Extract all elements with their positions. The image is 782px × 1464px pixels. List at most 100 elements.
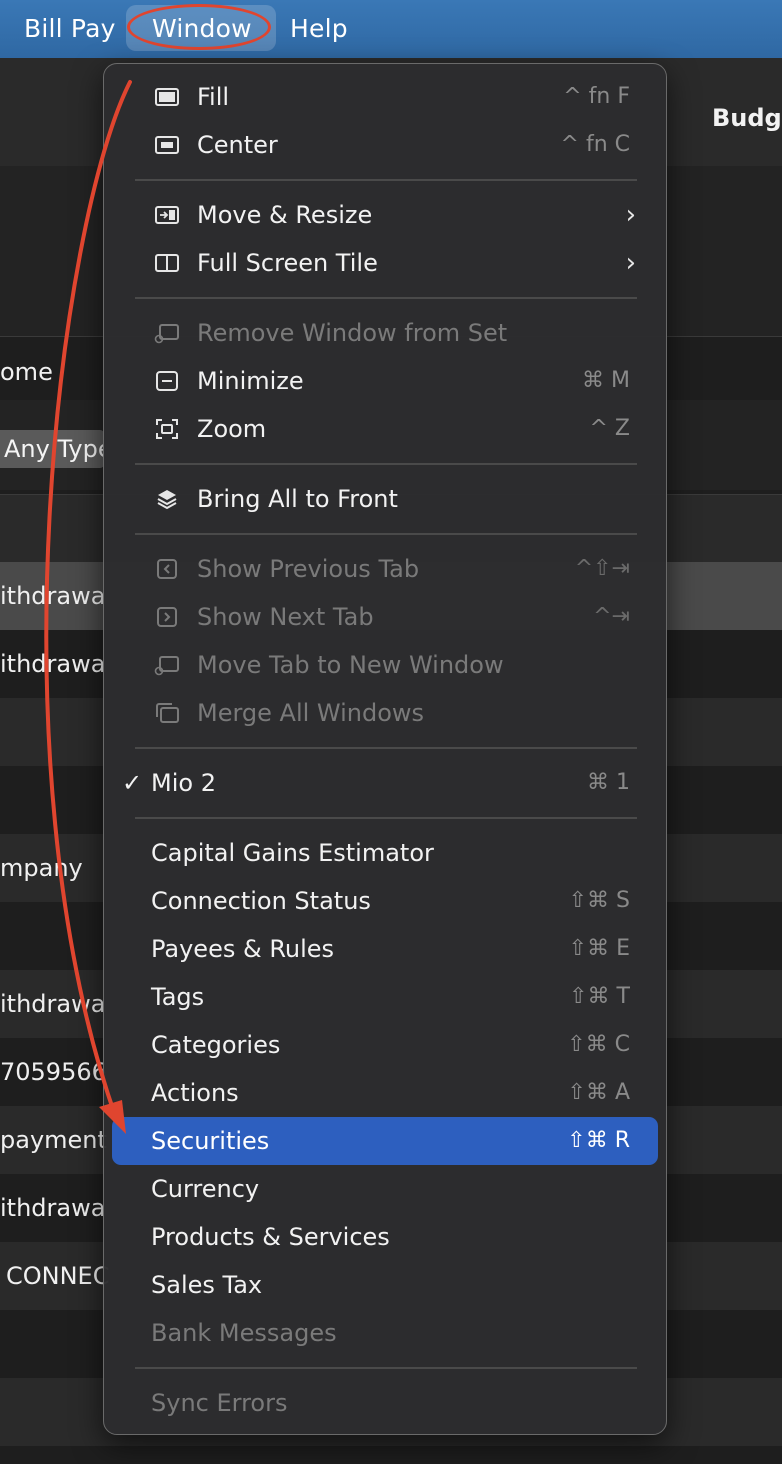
previous-tab-icon bbox=[157, 559, 177, 579]
budget-toolbar-label[interactable]: Budge bbox=[712, 104, 782, 132]
annotation-circle bbox=[127, 4, 271, 50]
menu-item-shortcut: ⇧⌘ A bbox=[567, 1080, 630, 1105]
menu-item-shortcut: ^ fn C bbox=[560, 132, 630, 157]
menu-item-label: Move & Resize bbox=[197, 201, 373, 229]
chevron-right-icon: › bbox=[625, 200, 636, 230]
menu-bar: Bill Pay Window Help bbox=[0, 0, 782, 58]
bg-row-text: mpany bbox=[0, 854, 83, 882]
move-tab-icon bbox=[154, 656, 179, 676]
bg-row-text: ithdrawa bbox=[0, 1194, 106, 1222]
next-tab-icon bbox=[157, 607, 177, 627]
zoom-icon bbox=[156, 419, 178, 439]
menu-item-label: Show Next Tab bbox=[197, 603, 374, 631]
bg-row-text: ithdrawa bbox=[0, 582, 106, 610]
menu-item-label: Bank Messages bbox=[151, 1319, 337, 1347]
bg-row-text: CONNEC bbox=[6, 1262, 110, 1290]
menu-item-shortcut: ⇧⌘ R bbox=[567, 1128, 630, 1153]
menu-separator bbox=[135, 1367, 637, 1369]
menu-item-shortcut: ⌘ 1 bbox=[587, 770, 630, 795]
menu-item-shortcut: ^ Z bbox=[589, 416, 631, 441]
merge-windows-icon bbox=[156, 703, 179, 723]
menu-item-label: Currency bbox=[151, 1175, 260, 1203]
menu-item-sync-errors: Sync Errors bbox=[104, 1379, 666, 1427]
menu-item-label: Payees & Rules bbox=[151, 935, 335, 963]
menu-item-shortcut: ^ fn F bbox=[563, 84, 630, 109]
menu-item-shortcut: ⇧⌘ S bbox=[568, 888, 630, 913]
center-window-icon bbox=[155, 136, 179, 154]
menu-item-label: Center bbox=[197, 131, 278, 159]
menu-item-label: Full Screen Tile bbox=[197, 249, 378, 277]
menu-separator bbox=[135, 179, 637, 181]
minimize-icon bbox=[156, 371, 178, 391]
menu-item-label: Bring All to Front bbox=[197, 485, 398, 513]
menu-separator bbox=[135, 817, 637, 819]
menu-separator bbox=[135, 463, 637, 465]
type-filter-popup[interactable]: Any Type bbox=[0, 430, 104, 468]
menu-item-label: Fill bbox=[197, 83, 230, 111]
menu-item-label: Mio 2 bbox=[151, 769, 216, 797]
menu-item-capital-gains-estimator[interactable]: Capital Gains Estimator bbox=[104, 829, 666, 877]
menu-item-label: Capital Gains Estimator bbox=[151, 839, 434, 867]
menu-item-shortcut: ^⇧⇥ bbox=[574, 556, 630, 581]
menu-item-bank-messages: Bank Messages bbox=[104, 1309, 666, 1357]
menu-bill-pay[interactable]: Bill Pay bbox=[24, 14, 116, 43]
full-screen-tile-icon bbox=[155, 254, 179, 272]
bg-row-text: ome bbox=[0, 358, 53, 386]
menu-separator bbox=[135, 297, 637, 299]
menu-item-shortcut: ^⇥ bbox=[593, 604, 630, 629]
menu-item-label: Categories bbox=[151, 1031, 281, 1059]
menu-item-fill[interactable]: Fill ^ fn F bbox=[104, 73, 666, 121]
menu-item-label: Sync Errors bbox=[151, 1389, 288, 1417]
menu-item-label: Show Previous Tab bbox=[197, 555, 420, 583]
menu-item-connection-status[interactable]: Connection Status ⇧⌘ S bbox=[104, 877, 666, 925]
menu-item-minimize[interactable]: Minimize ⌘ M bbox=[104, 357, 666, 405]
remove-window-icon bbox=[154, 324, 179, 344]
menu-item-products-services[interactable]: Products & Services bbox=[104, 1213, 666, 1261]
menu-item-show-previous-tab: Show Previous Tab ^⇧⇥ bbox=[104, 545, 666, 593]
menu-item-move-tab-to-new-window: Move Tab to New Window bbox=[104, 641, 666, 689]
menu-item-center[interactable]: Center ^ fn C bbox=[104, 121, 666, 169]
menu-separator bbox=[135, 533, 637, 535]
layers-icon bbox=[157, 490, 177, 510]
menu-item-label: Connection Status bbox=[151, 887, 371, 915]
menu-item-label: Securities bbox=[151, 1127, 270, 1155]
bg-row-text: 7059566 bbox=[0, 1058, 107, 1086]
menu-item-label: Sales Tax bbox=[151, 1271, 263, 1299]
window-menu-dropdown: Fill ^ fn F Center ^ fn C Move & Resize … bbox=[103, 63, 667, 1435]
menu-item-currency[interactable]: Currency bbox=[104, 1165, 666, 1213]
menu-item-bring-all-to-front[interactable]: Bring All to Front bbox=[104, 475, 666, 523]
menu-item-zoom[interactable]: Zoom ^ Z bbox=[104, 405, 666, 453]
move-resize-icon bbox=[155, 206, 179, 224]
fill-window-icon bbox=[155, 88, 179, 106]
menu-item-merge-all-windows: Merge All Windows bbox=[104, 689, 666, 737]
menu-item-tags[interactable]: Tags ⇧⌘ T bbox=[104, 973, 666, 1021]
menu-item-label: Zoom bbox=[197, 415, 267, 443]
menu-item-sales-tax[interactable]: Sales Tax bbox=[104, 1261, 666, 1309]
menu-item-shortcut: ⌘ M bbox=[582, 368, 630, 393]
menu-separator bbox=[135, 747, 637, 749]
menu-item-label: Products & Services bbox=[151, 1223, 390, 1251]
menu-item-securities[interactable]: Securities ⇧⌘ R bbox=[112, 1117, 658, 1165]
menu-item-payees-rules[interactable]: Payees & Rules ⇧⌘ E bbox=[104, 925, 666, 973]
menu-item-shortcut: ⇧⌘ E bbox=[568, 936, 630, 961]
menu-item-shortcut: ⇧⌘ T bbox=[569, 984, 630, 1009]
menu-item-label: Merge All Windows bbox=[197, 699, 425, 727]
menu-item-actions[interactable]: Actions ⇧⌘ A bbox=[104, 1069, 666, 1117]
menu-help[interactable]: Help bbox=[290, 14, 348, 43]
menu-item-label: Minimize bbox=[197, 367, 304, 395]
checkmark-icon: ✓ bbox=[122, 769, 143, 797]
menu-item-label: Move Tab to New Window bbox=[197, 651, 504, 679]
bg-row-text: payment bbox=[0, 1126, 107, 1154]
menu-item-categories[interactable]: Categories ⇧⌘ C bbox=[104, 1021, 666, 1069]
menu-item-shortcut: ⇧⌘ C bbox=[567, 1032, 630, 1057]
menu-item-mio-2[interactable]: ✓ Mio 2 ⌘ 1 bbox=[104, 759, 666, 807]
menu-item-remove-window-from-set: Remove Window from Set bbox=[104, 309, 666, 357]
menu-item-move-resize[interactable]: Move & Resize › bbox=[104, 191, 666, 239]
chevron-right-icon: › bbox=[625, 248, 636, 278]
menu-item-label: Tags bbox=[151, 983, 205, 1011]
menu-item-label: Actions bbox=[151, 1079, 239, 1107]
menu-item-label: Remove Window from Set bbox=[197, 319, 508, 347]
bg-row-text: ithdrawa bbox=[0, 650, 106, 678]
menu-item-full-screen-tile[interactable]: Full Screen Tile › bbox=[104, 239, 666, 287]
menu-item-show-next-tab: Show Next Tab ^⇥ bbox=[104, 593, 666, 641]
